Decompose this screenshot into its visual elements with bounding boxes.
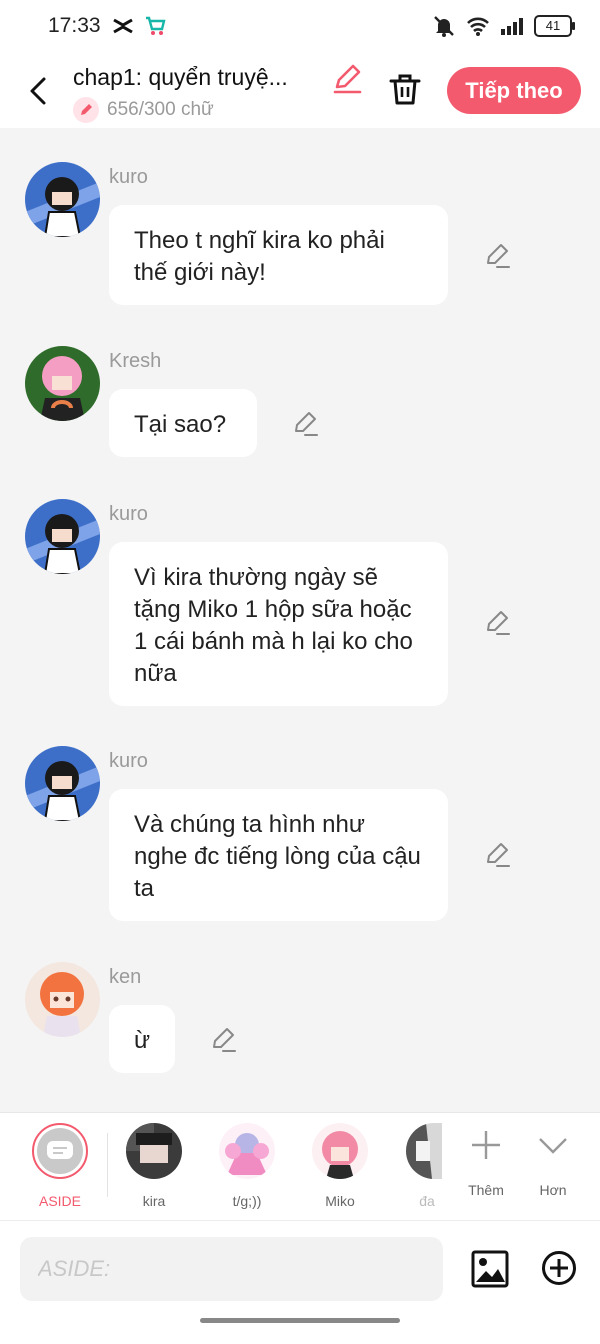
pencil-icon — [487, 611, 510, 635]
sender-name: ken — [109, 966, 142, 988]
image-icon — [471, 1250, 509, 1288]
edit-message-button[interactable] — [209, 1026, 237, 1054]
character-miko[interactable]: Miko — [305, 1123, 375, 1209]
next-button[interactable]: Tiếp theo — [447, 67, 581, 114]
chat-bubble-icon — [47, 1141, 73, 1159]
aside-avatar — [32, 1123, 88, 1179]
sender-name: Kresh — [109, 350, 162, 372]
more-label: Hơn — [539, 1182, 567, 1198]
pencil-icon — [487, 843, 510, 867]
avatar — [406, 1123, 442, 1179]
message-bubble[interactable]: Và chúng ta hình như nghe đc tiếng lòng … — [109, 789, 448, 921]
chevron-left-icon — [30, 77, 46, 105]
status-time: 17:33 — [48, 14, 101, 37]
status-bar: 17:33 41 — [0, 0, 600, 55]
edit-message-button[interactable] — [291, 410, 319, 438]
avatar[interactable] — [25, 162, 100, 237]
edit-message-button[interactable] — [483, 242, 511, 270]
back-button[interactable] — [22, 71, 54, 111]
add-label: Thêm — [468, 1182, 504, 1198]
character-kira[interactable]: kira — [119, 1123, 189, 1209]
message-bubble[interactable]: Vì kira thường ngày sẽ tặng Miko 1 hộp s… — [109, 542, 448, 706]
signal-icon — [501, 18, 523, 35]
avatar — [312, 1123, 368, 1179]
character-selector: ASIDE kira t/g;)) Miko đa Thêm Hơn — [0, 1112, 600, 1221]
character-da[interactable]: đa — [390, 1123, 460, 1209]
editor-header: chap1: quyển truyệ... 656/300 chữ Tiếp t… — [0, 55, 600, 128]
plus-icon — [472, 1131, 500, 1159]
pencil-icon — [333, 64, 362, 94]
delete-button[interactable] — [387, 71, 423, 107]
character-label: ASIDE — [38, 1193, 81, 1209]
mute-bell-icon — [434, 16, 454, 37]
character-label: kira — [142, 1193, 166, 1209]
message-bubble[interactable]: Tại sao? — [109, 389, 257, 457]
battery-indicator: 41 — [534, 15, 575, 37]
avatar[interactable] — [25, 346, 100, 421]
pencil-icon — [213, 1028, 236, 1052]
avatar[interactable] — [25, 962, 100, 1037]
pencil-icon — [295, 412, 318, 436]
character-label: t/g;)) — [232, 1193, 262, 1209]
edit-message-button[interactable] — [483, 609, 511, 637]
sender-name: kuro — [109, 503, 148, 525]
trash-icon — [389, 74, 421, 105]
divider — [107, 1133, 108, 1197]
add-character-button[interactable]: Thêm — [451, 1127, 521, 1198]
character-aside[interactable]: ASIDE — [25, 1123, 95, 1209]
capcut-icon — [113, 18, 133, 34]
pencil-icon — [487, 244, 510, 268]
wifi-icon — [467, 17, 489, 36]
message-bubble[interactable]: ừ — [109, 1005, 175, 1073]
insert-image-button[interactable] — [470, 1249, 510, 1289]
composer — [0, 1220, 600, 1344]
character-tg[interactable]: t/g;)) — [212, 1123, 282, 1209]
edit-message-button[interactable] — [483, 841, 511, 869]
plus-circle-icon — [542, 1251, 576, 1285]
edit-title-button[interactable] — [331, 63, 363, 95]
avatar[interactable] — [25, 499, 100, 574]
chapter-title[interactable]: chap1: quyển truyệ... — [73, 64, 325, 91]
message-input[interactable] — [20, 1237, 443, 1301]
add-button[interactable] — [541, 1250, 577, 1286]
avatar — [219, 1123, 275, 1179]
chevron-down-icon — [539, 1138, 567, 1154]
sender-name: kuro — [109, 750, 148, 772]
more-button[interactable]: Hơn — [518, 1127, 588, 1198]
word-count-pencil-icon — [73, 97, 99, 123]
message-bubble[interactable]: Theo t nghĩ kira ko phải thế giới này! — [109, 205, 448, 305]
avatar[interactable] — [25, 746, 100, 821]
word-count: 656/300 chữ — [107, 99, 214, 120]
character-label: đa — [419, 1193, 435, 1209]
avatar — [126, 1123, 182, 1179]
sender-name: kuro — [109, 166, 148, 188]
shopping-cart-icon — [146, 16, 166, 35]
home-indicator[interactable] — [200, 1318, 400, 1323]
character-label: Miko — [325, 1193, 355, 1209]
